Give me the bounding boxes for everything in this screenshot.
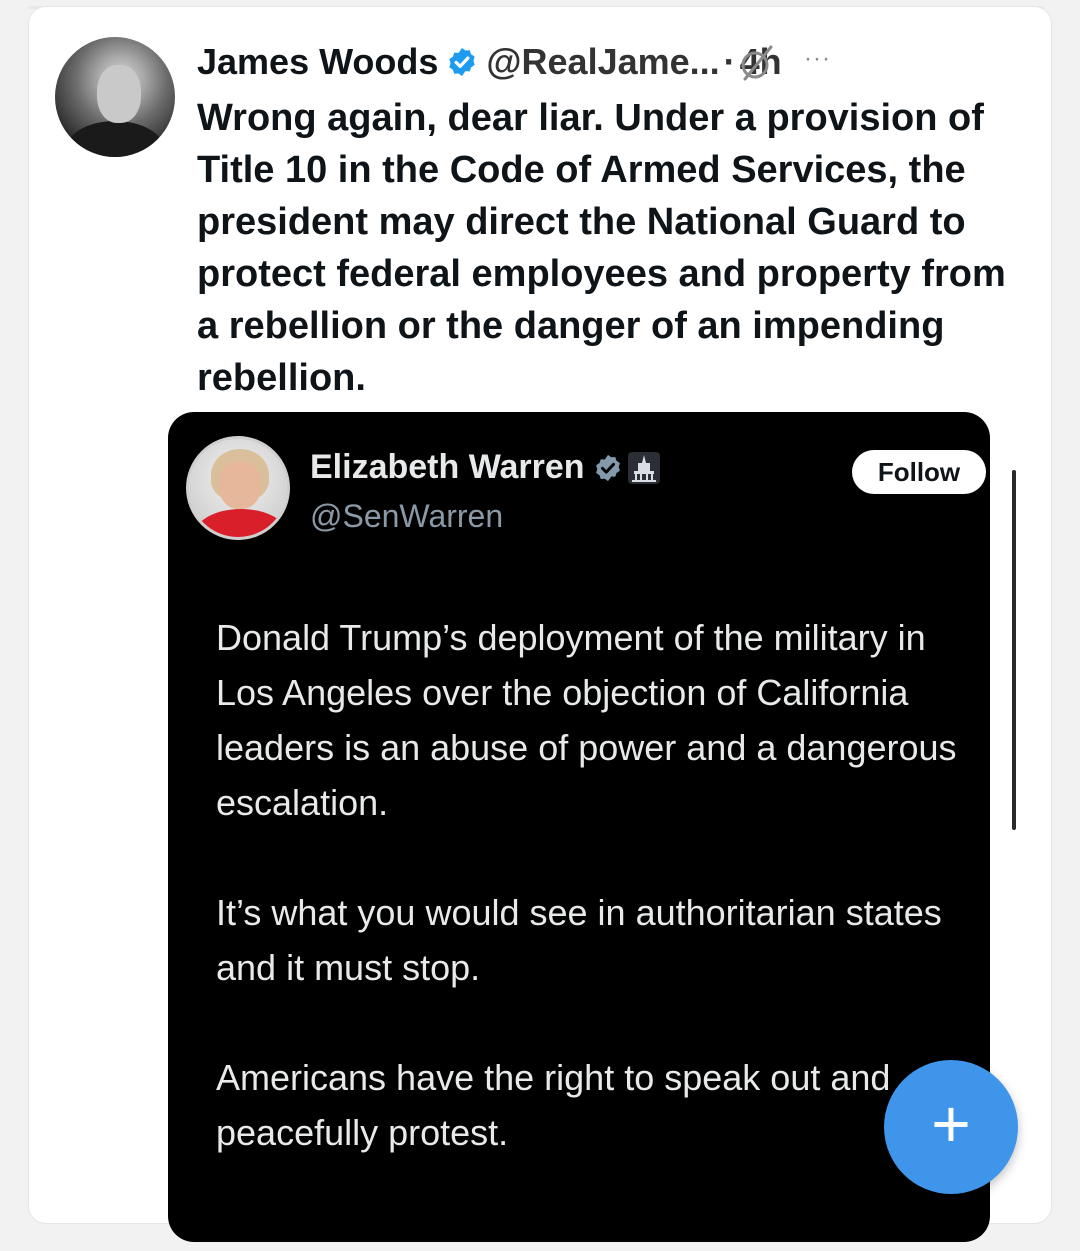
- government-badge-icon: [627, 451, 660, 484]
- quoted-post[interactable]: Elizabeth Warren @SenWarren Follow Donal…: [168, 412, 990, 1242]
- follow-button[interactable]: Follow: [852, 450, 986, 494]
- author-avatar[interactable]: [55, 37, 175, 157]
- verified-badge-icon: [595, 454, 620, 481]
- quoted-paragraph: Donald Trump’s deployment of the militar…: [216, 617, 957, 823]
- compose-button[interactable]: +: [884, 1060, 1018, 1194]
- more-icon[interactable]: ···: [804, 45, 831, 73]
- quoted-author-name[interactable]: Elizabeth Warren: [310, 448, 585, 487]
- separator-dot: ·: [723, 41, 736, 82]
- quoted-post-text: Donald Trump’s deployment of the militar…: [216, 610, 986, 1215]
- author-name[interactable]: James Woods: [197, 41, 438, 83]
- quoted-author-handle[interactable]: @SenWarren: [310, 498, 503, 535]
- grok-icon[interactable]: [737, 43, 777, 83]
- compose-plus-icon: +: [931, 1086, 971, 1162]
- quoted-paragraph: Americans have the right to speak out an…: [216, 1057, 891, 1153]
- scrollbar[interactable]: [1012, 470, 1016, 830]
- quoted-paragraph: It’s what you would see in authoritarian…: [216, 892, 942, 988]
- quoted-author-avatar[interactable]: [186, 436, 290, 540]
- author-handle[interactable]: @RealJame...: [486, 41, 719, 83]
- post-header: James Woods @RealJame... · 4h: [197, 37, 782, 87]
- post-text: Wrong again, dear liar. Under a provisio…: [197, 97, 1006, 399]
- quoted-author-row: Elizabeth Warren: [310, 448, 661, 487]
- verified-badge-icon: [449, 48, 476, 76]
